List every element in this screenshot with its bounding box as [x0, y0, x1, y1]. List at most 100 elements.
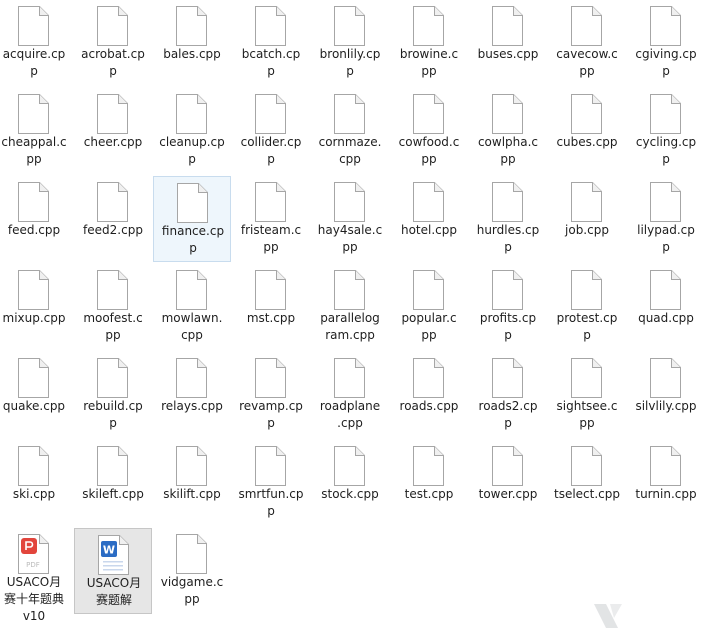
file-name-line: p: [504, 328, 512, 342]
document-icon: [412, 270, 444, 310]
file-item[interactable]: hotel.cpp: [390, 176, 468, 262]
file-item[interactable]: cowlpha.c pp: [469, 88, 547, 174]
document-icon: [649, 358, 681, 398]
file-name: smrtfun.cp p: [232, 486, 310, 520]
file-item[interactable]: mst.cpp: [232, 264, 310, 350]
document-icon: [333, 94, 365, 134]
file-name: protest.cp p: [548, 310, 626, 344]
file-name-line: p: [267, 152, 275, 166]
file-item[interactable]: cycling.cp p: [627, 88, 702, 174]
document-icon: [570, 446, 602, 486]
file-item[interactable]: profits.cp p: [469, 264, 547, 350]
file-item[interactable]: test.cpp: [390, 440, 468, 526]
file-name: USACO月 赛十年题典 v10: [0, 574, 73, 625]
file-item[interactable]: mixup.cpp: [0, 264, 73, 350]
file-item[interactable]: bales.cpp: [153, 0, 231, 86]
file-item[interactable]: cleanup.cp p: [153, 88, 231, 174]
file-item[interactable]: bronlily.cp p: [311, 0, 389, 86]
file-item[interactable]: cowfood.c pp: [390, 88, 468, 174]
file-item[interactable]: finance.cp p: [153, 176, 231, 262]
file-name-line: vidgame.c: [160, 575, 224, 589]
file-name: bales.cpp: [153, 46, 231, 63]
file-name: quad.cpp: [627, 310, 702, 327]
document-icon: [96, 94, 128, 134]
file-grid: acquire.cp p acrobat.cp p bales.cpp bcatch.cp…: [0, 0, 702, 637]
file-name-line: revamp.cp: [239, 399, 303, 413]
file-name: tower.cpp: [469, 486, 547, 503]
file-name-line: bales.cpp: [163, 47, 221, 61]
file-item[interactable]: rebuild.cp p: [74, 352, 152, 438]
file-name-line: cornmaze.: [318, 135, 382, 149]
file-item[interactable]: mowlawn. cpp: [153, 264, 231, 350]
document-icon: [570, 270, 602, 310]
file-item[interactable]: PDF USACO月 赛十年题典 v10: [0, 528, 73, 623]
file-item[interactable]: lilypad.cp p: [627, 176, 702, 262]
file-item[interactable]: skileft.cpp: [74, 440, 152, 526]
file-name: USACO月 赛题解: [75, 575, 153, 609]
file-item[interactable]: cornmaze. cpp: [311, 88, 389, 174]
file-item[interactable]: revamp.cp p: [232, 352, 310, 438]
file-item[interactable]: silvlily.cpp: [627, 352, 702, 438]
file-item[interactable]: protest.cp p: [548, 264, 626, 350]
file-name: sightsee.c pp: [548, 398, 626, 432]
file-item[interactable]: moofest.c pp: [74, 264, 152, 350]
file-item[interactable]: roads2.cp p: [469, 352, 547, 438]
file-item[interactable]: ski.cpp: [0, 440, 73, 526]
file-name-line: test.cpp: [404, 487, 454, 501]
file-name-line: feed.cpp: [7, 223, 61, 237]
file-name: skileft.cpp: [74, 486, 152, 503]
file-item[interactable]: roads.cpp: [390, 352, 468, 438]
file-name-line: popular.c: [401, 311, 457, 325]
file-item[interactable]: quake.cpp: [0, 352, 73, 438]
file-item[interactable]: tselect.cpp: [548, 440, 626, 526]
file-item[interactable]: buses.cpp: [469, 0, 547, 86]
file-item[interactable]: skilift.cpp: [153, 440, 231, 526]
file-item[interactable]: quad.cpp: [627, 264, 702, 350]
file-item[interactable]: feed2.cpp: [74, 176, 152, 262]
file-item[interactable]: sightsee.c pp: [548, 352, 626, 438]
file-item[interactable]: hay4sale.c pp: [311, 176, 389, 262]
file-item[interactable]: stock.cpp: [311, 440, 389, 526]
file-item[interactable]: tower.cpp: [469, 440, 547, 526]
file-item[interactable]: cavecow.c pp: [548, 0, 626, 86]
file-item[interactable]: acrobat.cp p: [74, 0, 152, 86]
document-icon: [649, 446, 681, 486]
file-name-line: fristeam.c: [240, 223, 302, 237]
document-icon: [175, 446, 207, 486]
document-icon: [254, 94, 286, 134]
document-icon: [570, 182, 602, 222]
file-name-line: cpp: [181, 328, 203, 342]
file-item[interactable]: hurdles.cp p: [469, 176, 547, 262]
file-name-line: p: [30, 64, 38, 78]
file-item[interactable]: vidgame.c pp: [153, 528, 231, 614]
file-item[interactable]: turnin.cpp: [627, 440, 702, 526]
document-icon: [412, 6, 444, 46]
file-item[interactable]: cubes.cpp: [548, 88, 626, 174]
file-item[interactable]: fristeam.c pp: [232, 176, 310, 262]
file-item[interactable]: job.cpp: [548, 176, 626, 262]
file-item[interactable]: collider.cp p: [232, 88, 310, 174]
file-name-line: mst.cpp: [246, 311, 296, 325]
file-name-line: roads.cpp: [399, 399, 459, 413]
file-item[interactable]: cheer.cpp: [74, 88, 152, 174]
file-item[interactable]: relays.cpp: [153, 352, 231, 438]
document-icon: [333, 270, 365, 310]
file-item[interactable]: acquire.cp p: [0, 0, 73, 86]
file-item[interactable]: W USACO月 赛题解: [74, 528, 152, 614]
document-icon: [175, 94, 207, 134]
file-name: tselect.cpp: [548, 486, 626, 503]
file-name: popular.c pp: [390, 310, 468, 344]
file-item[interactable]: bcatch.cp p: [232, 0, 310, 86]
file-item[interactable]: cgiving.cp p: [627, 0, 702, 86]
file-name-line: roads2.cp: [478, 399, 538, 413]
file-item[interactable]: smrtfun.cp p: [232, 440, 310, 526]
file-item[interactable]: browine.c pp: [390, 0, 468, 86]
file-item[interactable]: cheappal.c pp: [0, 88, 73, 174]
file-item[interactable]: parallelog ram.cpp: [311, 264, 389, 350]
file-name-line: p: [346, 64, 354, 78]
file-item[interactable]: popular.c pp: [390, 264, 468, 350]
file-item[interactable]: roadplane .cpp: [311, 352, 389, 438]
file-item[interactable]: feed.cpp: [0, 176, 73, 262]
document-icon: [96, 270, 128, 310]
file-name-line: bcatch.cp: [241, 47, 301, 61]
